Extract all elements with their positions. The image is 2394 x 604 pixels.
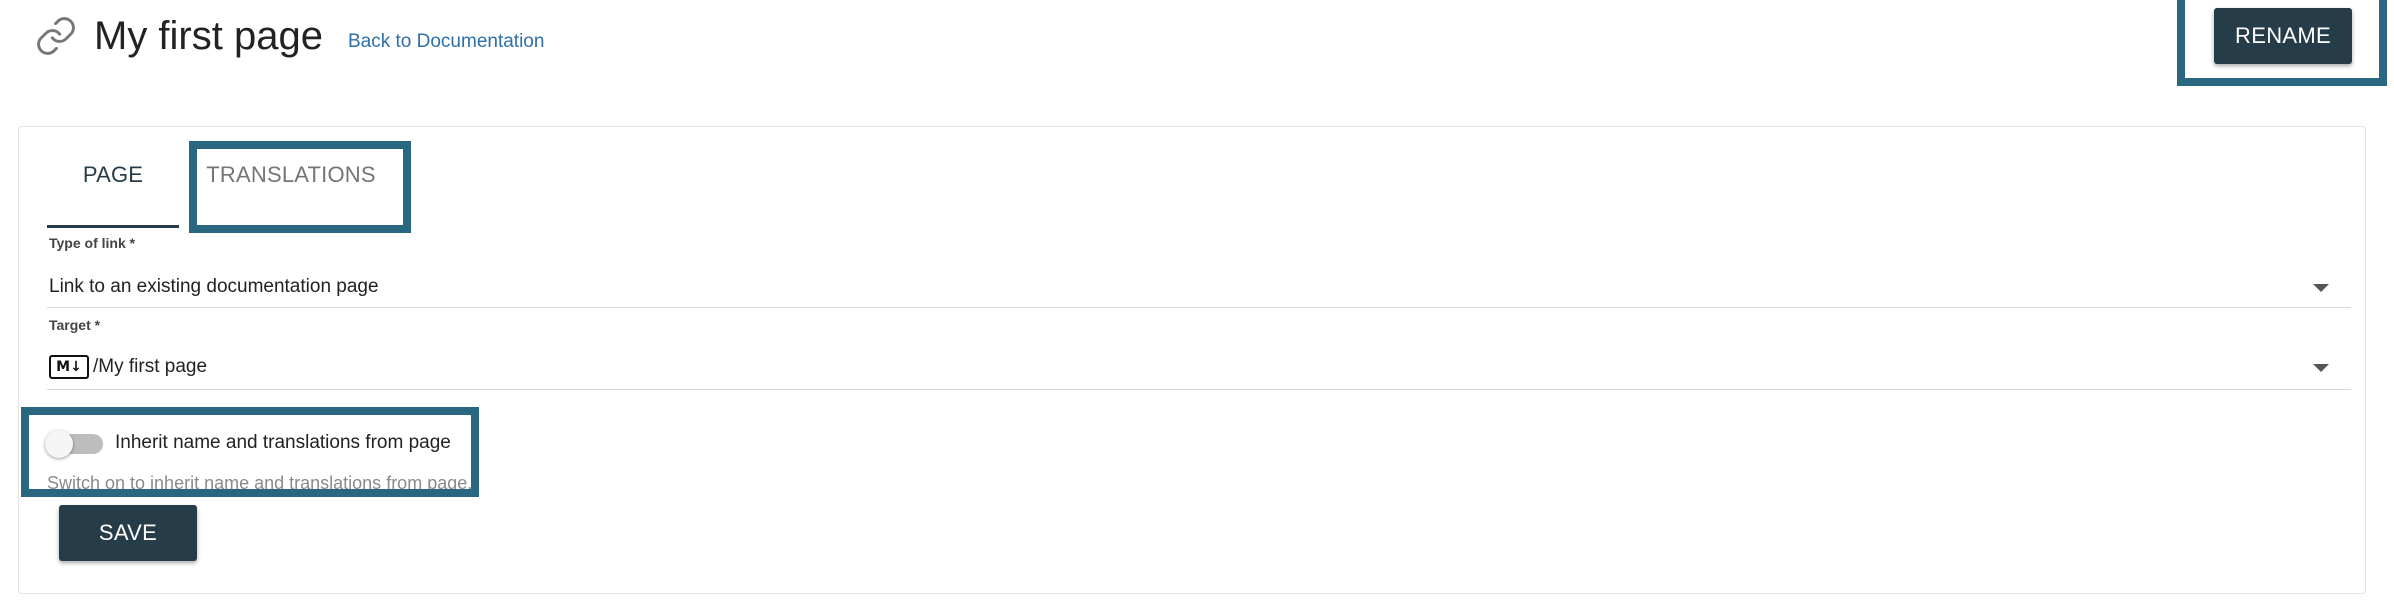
markdown-icon: M↓ (49, 355, 89, 379)
save-button[interactable]: SAVE (59, 505, 197, 561)
tab-page[interactable]: PAGE (47, 151, 179, 199)
type-of-link-underline (47, 307, 2351, 308)
toggle-highlight-frame (21, 407, 479, 497)
rename-button[interactable]: RENAME (2214, 8, 2352, 64)
chevron-down-icon[interactable] (2313, 364, 2329, 372)
target-label: Target * (49, 317, 101, 333)
target-select[interactable]: /My first page (93, 355, 207, 379)
chevron-down-icon[interactable] (2313, 284, 2329, 292)
type-of-link-label: Type of link * (49, 235, 136, 251)
target-underline (47, 389, 2351, 390)
page-settings-card: PAGE TRANSLATIONS Type of link * Link to… (18, 126, 2366, 594)
link-icon (37, 17, 75, 55)
type-of-link-select[interactable]: Link to an existing documentation page (49, 275, 379, 299)
page-title: My first page (94, 14, 323, 58)
active-tab-indicator (47, 225, 179, 228)
translations-highlight-frame (189, 141, 411, 233)
back-to-documentation-link[interactable]: Back to Documentation (348, 29, 544, 55)
